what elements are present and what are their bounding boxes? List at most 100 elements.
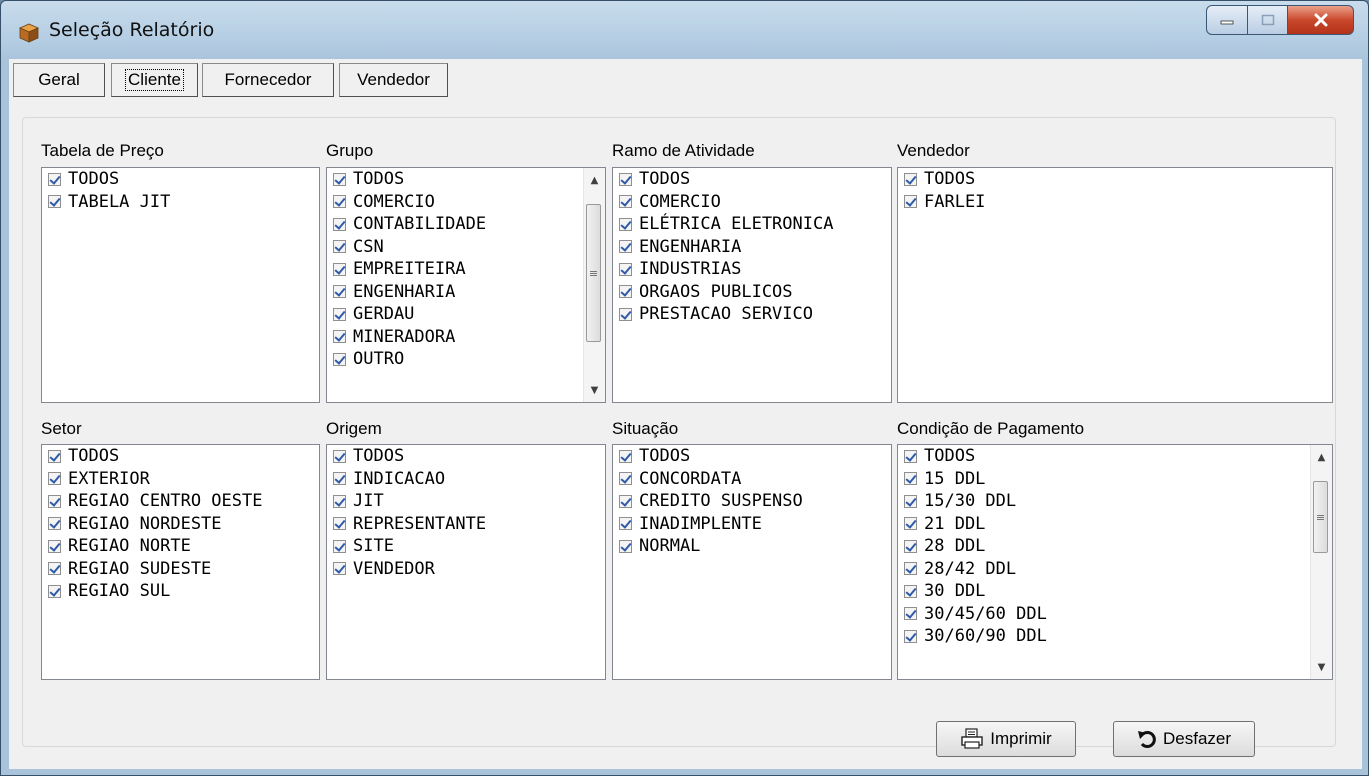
list-item[interactable]: CONTABILIDADE: [327, 213, 605, 236]
checkbox-checked-icon[interactable]: [333, 352, 346, 366]
checkbox-checked-icon[interactable]: [333, 517, 346, 531]
list-item[interactable]: TODOS: [898, 445, 1332, 468]
scroll-down-icon[interactable]: ▼: [584, 380, 605, 400]
checkbox-checked-icon[interactable]: [48, 195, 61, 209]
checkbox-checked-icon[interactable]: [619, 262, 632, 276]
checkbox-checked-icon[interactable]: [333, 472, 346, 486]
checkbox-checked-icon[interactable]: [333, 217, 346, 231]
checkbox-checked-icon[interactable]: [48, 472, 61, 486]
checkbox-checked-icon[interactable]: [333, 172, 346, 186]
list-item[interactable]: COMERCIO: [613, 191, 891, 214]
list-item[interactable]: PRESTACAO SERVICO: [613, 303, 891, 326]
tab-fornecedor[interactable]: Fornecedor: [202, 63, 334, 97]
list-item[interactable]: EMPREITEIRA: [327, 258, 605, 281]
checkbox-checked-icon[interactable]: [619, 285, 632, 299]
checkbox-checked-icon[interactable]: [904, 494, 917, 508]
list-item[interactable]: ORGAOS PUBLICOS: [613, 281, 891, 304]
checkbox-checked-icon[interactable]: [48, 517, 61, 531]
list-item[interactable]: TODOS: [613, 168, 891, 191]
title-bar[interactable]: Seleção Relatório: [1, 1, 1369, 59]
list-item[interactable]: REGIAO CENTRO OESTE: [42, 490, 319, 513]
condicao-pagamento-list[interactable]: TODOS 15 DDL 15/30 DDL 21 DDL 28 DDL 28/42 DD…: [897, 444, 1333, 680]
checkbox-checked-icon[interactable]: [48, 449, 61, 463]
list-item[interactable]: 21 DDL: [898, 513, 1332, 536]
grupo-scrollbar[interactable]: ▲ ≡ ▼: [583, 168, 605, 402]
checkbox-checked-icon[interactable]: [619, 307, 632, 321]
list-item[interactable]: TABELA JIT: [42, 191, 319, 214]
checkbox-checked-icon[interactable]: [619, 449, 632, 463]
list-item[interactable]: CONCORDATA: [613, 468, 891, 491]
scroll-up-icon[interactable]: ▲: [584, 170, 605, 190]
list-item[interactable]: REGIAO NORDESTE: [42, 513, 319, 536]
list-item[interactable]: TODOS: [42, 168, 319, 191]
list-item[interactable]: REGIAO NORTE: [42, 535, 319, 558]
list-item[interactable]: ENGENHARIA: [327, 281, 605, 304]
condicao-scrollbar[interactable]: ▲ ≡ ▼: [1310, 445, 1332, 679]
checkbox-checked-icon[interactable]: [904, 584, 917, 598]
checkbox-checked-icon[interactable]: [619, 472, 632, 486]
checkbox-checked-icon[interactable]: [333, 262, 346, 276]
list-item[interactable]: 28/42 DDL: [898, 558, 1332, 581]
ramo-atividade-list[interactable]: TODOS COMERCIO ELÉTRICA ELETRONICA ENGENHAR…: [612, 167, 892, 403]
list-item[interactable]: ELÉTRICA ELETRONICA: [613, 213, 891, 236]
checkbox-checked-icon[interactable]: [48, 562, 61, 576]
checkbox-checked-icon[interactable]: [48, 539, 61, 553]
checkbox-checked-icon[interactable]: [619, 517, 632, 531]
checkbox-checked-icon[interactable]: [904, 562, 917, 576]
origem-list[interactable]: TODOS INDICACAO JIT REPRESENTANTE SITE VENDED…: [326, 444, 606, 680]
checkbox-checked-icon[interactable]: [904, 539, 917, 553]
checkbox-checked-icon[interactable]: [619, 539, 632, 553]
list-item[interactable]: COMERCIO: [327, 191, 605, 214]
maximize-button[interactable]: [1248, 5, 1288, 35]
tab-cliente[interactable]: Cliente: [111, 63, 198, 97]
checkbox-checked-icon[interactable]: [904, 517, 917, 531]
list-item[interactable]: TODOS: [327, 168, 605, 191]
checkbox-checked-icon[interactable]: [333, 285, 346, 299]
list-item[interactable]: INDICACAO: [327, 468, 605, 491]
checkbox-checked-icon[interactable]: [619, 195, 632, 209]
list-item[interactable]: FARLEI: [898, 191, 1332, 214]
list-item[interactable]: CSN: [327, 236, 605, 259]
list-item[interactable]: REGIAO SUL: [42, 580, 319, 603]
close-button[interactable]: [1288, 5, 1354, 35]
checkbox-checked-icon[interactable]: [904, 472, 917, 486]
print-button[interactable]: Imprimir: [936, 721, 1076, 757]
checkbox-checked-icon[interactable]: [904, 449, 917, 463]
checkbox-checked-icon[interactable]: [333, 539, 346, 553]
list-item[interactable]: 30/45/60 DDL: [898, 603, 1332, 626]
checkbox-checked-icon[interactable]: [333, 307, 346, 321]
list-item[interactable]: INDUSTRIAS: [613, 258, 891, 281]
list-item[interactable]: 15 DDL: [898, 468, 1332, 491]
list-item[interactable]: INADIMPLENTE: [613, 513, 891, 536]
checkbox-checked-icon[interactable]: [333, 330, 346, 344]
tab-vendedor[interactable]: Vendedor: [339, 63, 448, 97]
list-item[interactable]: OUTRO: [327, 348, 605, 371]
list-item[interactable]: TODOS: [898, 168, 1332, 191]
scroll-down-icon[interactable]: ▼: [1311, 657, 1332, 677]
list-item[interactable]: SITE: [327, 535, 605, 558]
checkbox-checked-icon[interactable]: [48, 494, 61, 508]
checkbox-checked-icon[interactable]: [904, 195, 917, 209]
checkbox-checked-icon[interactable]: [333, 494, 346, 508]
list-item[interactable]: REGIAO SUDESTE: [42, 558, 319, 581]
list-item[interactable]: ENGENHARIA: [613, 236, 891, 259]
checkbox-checked-icon[interactable]: [619, 240, 632, 254]
list-item[interactable]: GERDAU: [327, 303, 605, 326]
checkbox-checked-icon[interactable]: [48, 584, 61, 598]
list-item[interactable]: EXTERIOR: [42, 468, 319, 491]
checkbox-checked-icon[interactable]: [904, 607, 917, 621]
checkbox-checked-icon[interactable]: [904, 172, 917, 186]
list-item[interactable]: TODOS: [613, 445, 891, 468]
list-item[interactable]: 30 DDL: [898, 580, 1332, 603]
tab-geral[interactable]: Geral: [13, 63, 105, 97]
scroll-thumb[interactable]: ≡: [1313, 481, 1328, 553]
list-item[interactable]: 28 DDL: [898, 535, 1332, 558]
checkbox-checked-icon[interactable]: [48, 172, 61, 186]
list-item[interactable]: JIT: [327, 490, 605, 513]
minimize-button[interactable]: [1206, 5, 1248, 35]
checkbox-checked-icon[interactable]: [333, 240, 346, 254]
tabela-preco-list[interactable]: TODOS TABELA JIT: [41, 167, 320, 403]
list-item[interactable]: NORMAL: [613, 535, 891, 558]
list-item[interactable]: REPRESENTANTE: [327, 513, 605, 536]
list-item[interactable]: 15/30 DDL: [898, 490, 1332, 513]
